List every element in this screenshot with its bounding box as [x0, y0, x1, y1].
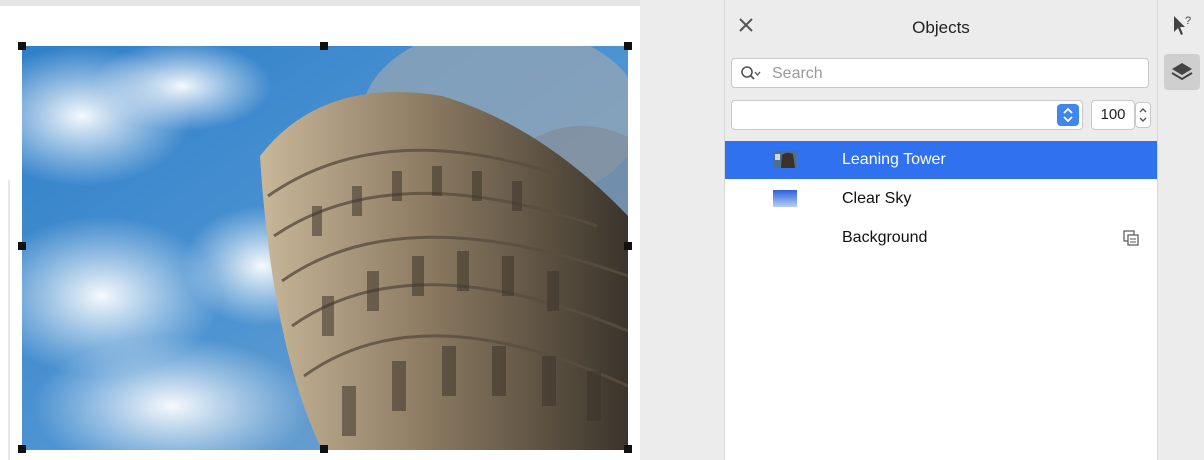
canvas-edge-line	[8, 180, 10, 460]
resize-handle-top[interactable]	[320, 42, 328, 50]
locked-page-icon[interactable]	[1121, 228, 1141, 248]
resize-handle-right[interactable]	[624, 242, 632, 250]
layers-icon[interactable]	[1164, 54, 1200, 90]
resize-handle-left[interactable]	[18, 242, 26, 250]
photo-thumb-icon	[773, 151, 797, 168]
opacity-stepper-icon[interactable]	[1135, 102, 1151, 128]
panel-toolbar: 100	[725, 52, 1157, 142]
layer-row-leaning-tower[interactable]: Leaning Tower	[725, 141, 1157, 179]
leaning-tower-image[interactable]	[22, 46, 628, 450]
resize-handle-top-left[interactable]	[18, 42, 26, 50]
gradient-thumb-icon	[773, 190, 797, 207]
resize-handle-bottom-right[interactable]	[624, 445, 632, 453]
layer-row-clear-sky[interactable]: Clear Sky	[725, 180, 1157, 218]
resize-handle-bottom[interactable]	[320, 445, 328, 453]
resize-handle-bottom-left[interactable]	[18, 445, 26, 453]
search-box[interactable]	[731, 58, 1149, 88]
context-help-icon[interactable]: ?	[1164, 8, 1200, 44]
opacity-field[interactable]: 100	[1091, 100, 1135, 130]
resize-handle-top-right[interactable]	[624, 42, 632, 50]
canvas-gutter	[640, 0, 724, 460]
panel-header: Objects	[725, 0, 1157, 52]
blend-mode-select[interactable]	[731, 100, 1083, 130]
panel-title: Objects	[912, 18, 970, 37]
right-rail: ?	[1157, 0, 1204, 460]
objects-panel: Objects 100	[724, 0, 1157, 460]
search-input[interactable]	[772, 63, 1142, 85]
layer-label: Clear Sky	[842, 190, 912, 207]
layer-row-background[interactable]: Background	[725, 219, 1157, 257]
search-icon[interactable]	[740, 65, 761, 83]
layer-label: Background	[842, 229, 928, 246]
layer-label: Leaning Tower	[842, 151, 946, 168]
svg-text:?: ?	[1185, 15, 1191, 27]
select-chevron-icon[interactable]	[1057, 104, 1079, 126]
